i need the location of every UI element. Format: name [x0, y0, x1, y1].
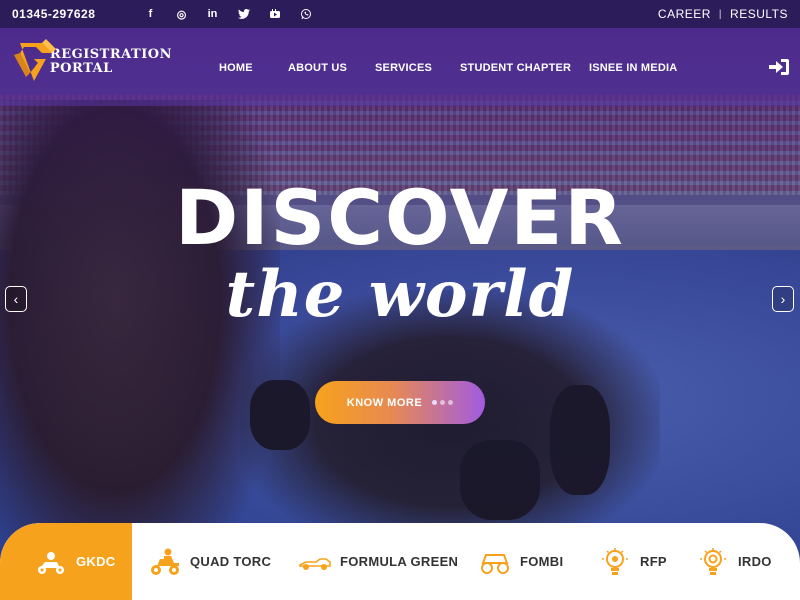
main-header: REGISTRATION PORTAL HOME ABOUT US SERVIC… — [0, 28, 800, 106]
logo-text-line2: PORTAL — [49, 61, 113, 76]
career-link[interactable]: CAREER — [658, 7, 711, 21]
category-label: QUAD TORC — [190, 554, 272, 569]
top-links: CAREER | RESULTS — [658, 7, 788, 21]
nav-home[interactable]: HOME — [219, 62, 253, 74]
lightbulb-gear-icon — [700, 547, 726, 575]
category-label: FORMULA GREEN — [340, 554, 459, 569]
category-rfp[interactable]: RFP — [598, 523, 667, 600]
category-irdo[interactable]: IRDO — [696, 523, 772, 600]
lightbulb-icon — [602, 547, 628, 575]
nav-about-us[interactable]: ABOUT US — [288, 62, 347, 74]
site-logo[interactable]: REGISTRATION PORTAL — [12, 38, 172, 86]
youtube-icon[interactable] — [259, 0, 290, 28]
hero-headline: DISCOVER — [175, 173, 625, 262]
sign-in-icon[interactable] — [768, 58, 790, 76]
category-quad-torc[interactable]: QUAD TORC — [148, 523, 271, 600]
category-fombi[interactable]: FOMBI — [478, 523, 563, 600]
category-formula-green[interactable]: FORMULA GREEN — [298, 523, 458, 600]
quad-bike-icon — [151, 548, 179, 575]
results-link[interactable]: RESULTS — [730, 7, 788, 21]
category-bar: GKDC QUAD TORC FORMULA GREEN FOMBI RFP I… — [0, 523, 800, 600]
buggy-icon — [481, 553, 509, 574]
logo-text-line1: REGISTRATION — [49, 47, 172, 62]
know-more-label: KNOW MORE — [346, 396, 423, 409]
nav-isnee-in-media[interactable]: ISNEE IN MEDIA — [589, 62, 677, 74]
button-dots — [432, 400, 454, 405]
category-label: RFP — [640, 554, 667, 569]
nav-services[interactable]: SERVICES — [375, 62, 432, 74]
know-more-button[interactable]: KNOW MORE — [315, 381, 485, 424]
phone-number: 01345-297628 — [12, 7, 96, 21]
twitter-icon[interactable] — [228, 0, 259, 28]
top-bar: 01345-297628 f ◎ in CAREER | RESULTS — [0, 0, 800, 28]
category-label: IRDO — [738, 554, 772, 569]
formula-car-icon — [299, 557, 331, 570]
go-kart-icon — [38, 551, 64, 574]
logo-mark-icon — [13, 39, 56, 81]
whatsapp-icon[interactable] — [290, 0, 321, 28]
linkedin-icon[interactable]: in — [197, 0, 228, 28]
nav-student-chapter[interactable]: STUDENT CHAPTER — [460, 62, 571, 74]
dot — [432, 400, 438, 405]
category-gkdc[interactable]: GKDC — [0, 523, 132, 600]
slider-next-button[interactable]: › — [772, 286, 794, 312]
instagram-icon[interactable]: ◎ — [166, 0, 197, 28]
link-separator: | — [718, 8, 723, 20]
social-links: f ◎ in — [135, 0, 321, 28]
facebook-icon[interactable]: f — [135, 0, 166, 28]
dot — [448, 400, 454, 405]
slider-prev-button[interactable]: ‹ — [5, 286, 27, 312]
hero-subline: the world — [225, 257, 575, 332]
category-label: GKDC — [76, 554, 116, 569]
dot — [440, 400, 446, 405]
category-label: FOMBI — [520, 554, 564, 569]
